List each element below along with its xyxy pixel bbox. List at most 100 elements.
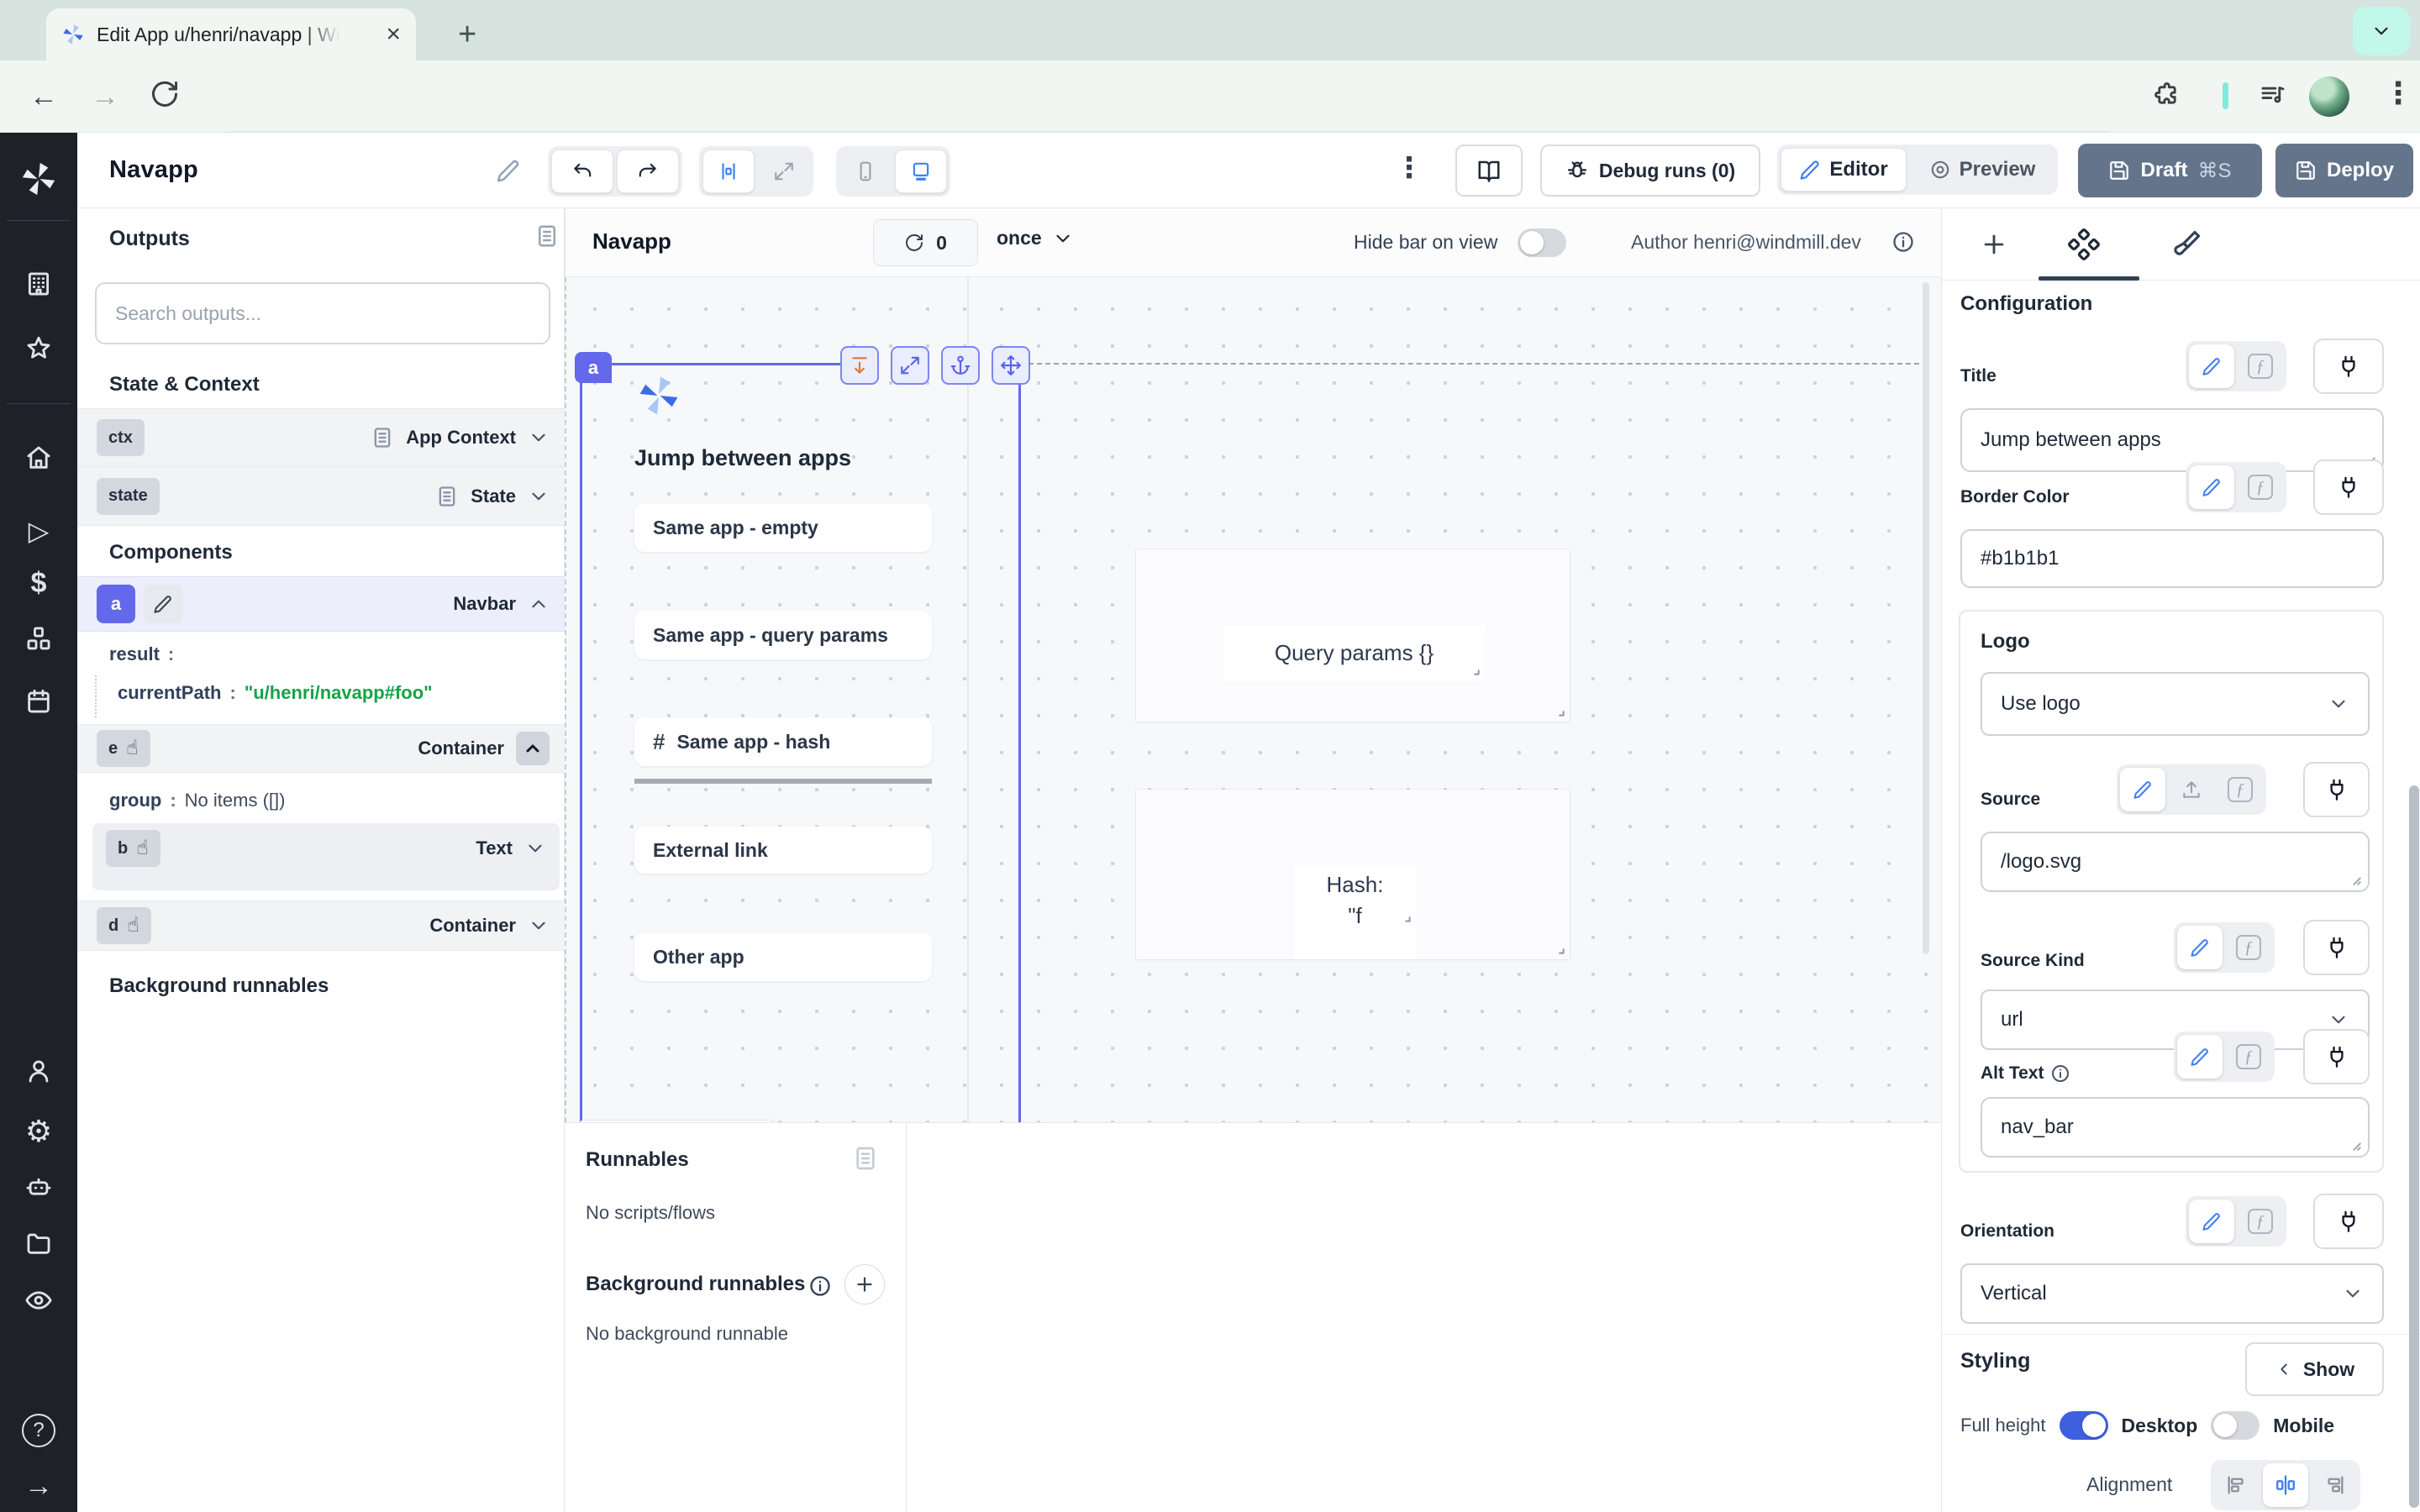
static-mode-button[interactable] bbox=[2177, 926, 2223, 969]
deploy-button[interactable]: Deploy bbox=[2275, 144, 2413, 197]
component-row-container-d[interactable]: d☝ Container bbox=[77, 900, 565, 951]
component-row-container-e[interactable]: e☝ Container bbox=[77, 724, 565, 773]
sidebar-item-workers[interactable] bbox=[24, 1172, 53, 1200]
connect-button[interactable] bbox=[2303, 1029, 2370, 1084]
more-menu-icon[interactable]: ⋮ bbox=[1395, 151, 1423, 185]
sidebar-item-runs[interactable]: ▷ bbox=[0, 515, 77, 547]
component-row-text-b[interactable]: b☝ Text bbox=[92, 823, 560, 867]
chevron-up-icon[interactable] bbox=[528, 593, 550, 615]
canvas-scrollbar[interactable] bbox=[1923, 282, 1929, 954]
chevron-down-icon[interactable] bbox=[528, 915, 550, 937]
resize-corner-icon[interactable] bbox=[1397, 909, 1413, 924]
edit-component-id-button[interactable] bbox=[144, 585, 182, 623]
debug-runs-button[interactable]: Debug runs (0) bbox=[1540, 144, 1760, 197]
align-center-button[interactable] bbox=[2263, 1463, 2308, 1507]
search-outputs-input[interactable] bbox=[95, 282, 550, 344]
fx-mode-button[interactable]: ƒ bbox=[2238, 1200, 2283, 1243]
docs-button[interactable] bbox=[1455, 144, 1523, 197]
sidebar-item-help[interactable]: ? bbox=[0, 1414, 77, 1447]
styling-show-button[interactable]: Show bbox=[2245, 1342, 2384, 1396]
connect-button[interactable] bbox=[2303, 762, 2370, 817]
sidebar-item-folders[interactable] bbox=[24, 1229, 53, 1257]
collapse-button[interactable] bbox=[516, 732, 550, 765]
fx-mode-button[interactable]: ƒ bbox=[2226, 926, 2271, 969]
chevron-down-icon[interactable] bbox=[524, 837, 546, 859]
resize-corner-icon[interactable] bbox=[1551, 703, 1566, 718]
align-right-button[interactable] bbox=[2312, 1463, 2357, 1507]
upload-button[interactable] bbox=[2169, 768, 2214, 811]
rename-app-icon[interactable] bbox=[496, 158, 521, 183]
windmill-logo-icon[interactable] bbox=[19, 160, 58, 198]
tab-preview[interactable]: Preview bbox=[1910, 148, 2054, 192]
fx-mode-button[interactable]: ƒ bbox=[2217, 768, 2263, 811]
move-component-button[interactable] bbox=[992, 346, 1030, 385]
info-icon[interactable] bbox=[2050, 1063, 2070, 1084]
nav-item-hash[interactable]: #Same app - hash bbox=[634, 717, 932, 766]
canvas-grid[interactable]: a Jump between apps Same app - empty Sam… bbox=[565, 277, 1941, 1122]
reload-icon[interactable] bbox=[150, 79, 180, 109]
query-params-text[interactable]: Query params {} bbox=[1223, 626, 1485, 680]
fx-mode-button[interactable]: ƒ bbox=[2238, 465, 2283, 509]
desktop-mobile-toggle[interactable] bbox=[2211, 1411, 2260, 1440]
output-row-ctx[interactable]: ctx App Context bbox=[77, 408, 565, 467]
hash-text[interactable]: Hash: "f bbox=[1294, 865, 1416, 959]
nav-item-other-app[interactable]: Other app bbox=[634, 932, 932, 981]
redo-button[interactable] bbox=[617, 150, 679, 193]
doc-icon[interactable] bbox=[435, 485, 459, 508]
connect-button[interactable] bbox=[2313, 1194, 2384, 1249]
sidebar-item-variables[interactable]: $ bbox=[0, 567, 77, 600]
nav-item-same-app-empty[interactable]: Same app - empty bbox=[634, 503, 932, 552]
component-settings-tab[interactable] bbox=[2068, 228, 2100, 260]
info-icon[interactable] bbox=[808, 1274, 832, 1298]
mobile-view-button[interactable] bbox=[839, 150, 892, 193]
currentpath-entry[interactable]: currentPath:"u/henri/navapp#foo" bbox=[118, 682, 433, 704]
anchor-component-button[interactable] bbox=[941, 346, 980, 385]
orientation-select[interactable]: Vertical bbox=[1960, 1263, 2384, 1324]
fx-mode-button[interactable]: ƒ bbox=[2226, 1035, 2271, 1079]
query-params-container[interactable]: Query params {} bbox=[1136, 549, 1570, 722]
styling-tab[interactable] bbox=[2170, 228, 2202, 260]
fullwidth-layout-button[interactable] bbox=[758, 150, 810, 193]
avatar[interactable] bbox=[2309, 76, 2349, 117]
static-mode-button[interactable] bbox=[2120, 768, 2165, 811]
runnables-doc-icon[interactable] bbox=[852, 1145, 879, 1172]
add-component-tab[interactable] bbox=[1980, 230, 2008, 259]
output-row-state[interactable]: state State bbox=[77, 467, 565, 526]
browser-tab[interactable]: Edit App u/henri/navapp | Win × bbox=[46, 8, 416, 60]
add-background-runnable-button[interactable] bbox=[844, 1264, 885, 1305]
new-tab-button[interactable]: + bbox=[458, 18, 476, 50]
sidebar-item-settings[interactable]: ⚙ bbox=[0, 1114, 77, 1149]
outputs-doc-icon[interactable] bbox=[534, 223, 560, 249]
connect-button[interactable] bbox=[2303, 920, 2370, 975]
resize-corner-icon[interactable] bbox=[1466, 662, 1481, 677]
tab-editor[interactable]: Editor bbox=[1781, 148, 1907, 192]
static-mode-button[interactable] bbox=[2177, 1035, 2223, 1079]
config-scrollbar[interactable] bbox=[2409, 785, 2419, 1508]
doc-icon[interactable] bbox=[371, 426, 394, 449]
border-color-input[interactable]: #b1b1b1 bbox=[1960, 529, 2384, 588]
center-layout-button[interactable] bbox=[702, 150, 755, 193]
refresh-count-button[interactable]: 0 bbox=[873, 219, 978, 266]
media-queue-icon[interactable] bbox=[2259, 81, 2287, 109]
sidebar-item-home[interactable] bbox=[24, 444, 53, 472]
extensions-icon[interactable] bbox=[2153, 81, 2181, 109]
static-mode-button[interactable] bbox=[2189, 465, 2234, 509]
static-mode-button[interactable] bbox=[2189, 1200, 2234, 1243]
hide-bar-toggle[interactable] bbox=[1518, 228, 1566, 257]
sidebar-item-workspace[interactable] bbox=[24, 270, 53, 298]
selected-component-badge[interactable]: a bbox=[575, 352, 612, 383]
back-icon[interactable]: ← bbox=[29, 81, 58, 113]
align-left-button[interactable] bbox=[2214, 1463, 2260, 1507]
connect-button[interactable] bbox=[2313, 459, 2384, 515]
hash-container[interactable]: Hash: "f bbox=[1136, 790, 1570, 959]
sidebar-item-audit-logs[interactable] bbox=[24, 1286, 53, 1315]
chevron-down-icon[interactable] bbox=[528, 486, 550, 507]
desktop-view-button[interactable] bbox=[895, 150, 947, 193]
fx-mode-button[interactable]: ƒ bbox=[2238, 344, 2283, 388]
info-icon[interactable] bbox=[1891, 230, 1915, 254]
sidebar-item-schedules[interactable] bbox=[24, 687, 53, 716]
logo-select[interactable]: Use logo bbox=[1981, 672, 2370, 736]
resize-corner-icon[interactable] bbox=[1551, 941, 1566, 956]
undo-button[interactable] bbox=[551, 150, 613, 193]
tab-close-icon[interactable]: × bbox=[386, 20, 401, 49]
